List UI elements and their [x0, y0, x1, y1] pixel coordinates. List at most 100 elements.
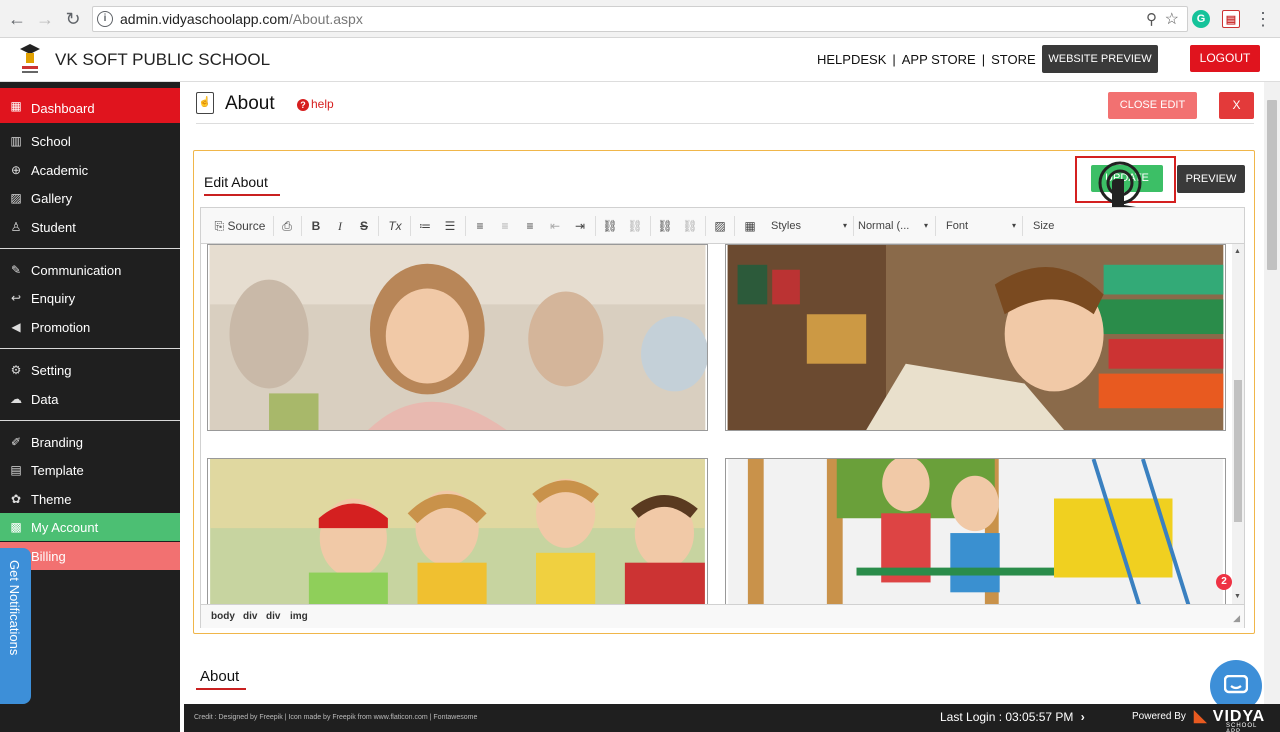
- link-icon[interactable]: ⛓: [601, 217, 619, 235]
- editor-scrollbar[interactable]: ▲ ▼: [1232, 244, 1244, 604]
- sidebar-item-gallery[interactable]: ▨ Gallery: [0, 184, 180, 212]
- outdent-icon[interactable]: ⇤: [546, 217, 564, 235]
- path-div[interactable]: div: [266, 611, 280, 622]
- help-link[interactable]: ? help: [297, 97, 334, 111]
- vidya-logo-icon: ◣: [1194, 708, 1208, 725]
- grammarly-extension-icon[interactable]: G: [1192, 10, 1210, 28]
- sidebar-divider: [0, 348, 180, 349]
- sidebar-divider: [0, 248, 180, 249]
- sidebar-item-label: Communication: [31, 263, 122, 278]
- sidebar-item-promotion[interactable]: ◀ Promotion: [0, 313, 180, 341]
- logout-button[interactable]: LOGOUT: [1190, 45, 1260, 72]
- extension-icon[interactable]: ▤: [1222, 10, 1240, 28]
- app-store-link[interactable]: APP STORE: [902, 52, 976, 67]
- sidebar-item-enquiry[interactable]: ↩ Enquiry: [0, 284, 180, 312]
- back-arrow-icon[interactable]: ←: [6, 8, 28, 30]
- cloud-icon: ☁: [10, 392, 22, 406]
- page-scrollbar-thumb[interactable]: [1267, 100, 1277, 270]
- get-notifications-tab[interactable]: Get Notifications: [0, 548, 31, 704]
- sidebar-item-label: Setting: [31, 363, 72, 378]
- get-notifications-label: Get Notifications: [7, 560, 22, 656]
- sidebar-item-communication[interactable]: ✎ Communication: [0, 256, 180, 284]
- scrollbar-thumb[interactable]: [1234, 380, 1242, 522]
- sidebar-item-branding[interactable]: ✐ Branding: [0, 428, 180, 456]
- remove-format-icon[interactable]: Tx: [386, 217, 404, 235]
- insert-table-icon[interactable]: ▦: [741, 217, 759, 235]
- preview-button[interactable]: PREVIEW: [1177, 165, 1245, 193]
- classroom-girl-image[interactable]: [207, 244, 708, 431]
- strikethrough-icon[interactable]: S: [356, 217, 372, 235]
- sidebar-item-label: Promotion: [31, 320, 91, 335]
- sidebar-item-academic[interactable]: ⊕ Academic: [0, 156, 180, 184]
- top-links: HELPDESK | APP STORE | STORE: [817, 52, 1036, 67]
- toolbar-separator: [410, 216, 411, 236]
- bookmark-star-icon[interactable]: ☆: [1165, 9, 1179, 29]
- rich-text-editor[interactable]: ⎘ Source ⎙ B I S Tx ≔ ☰ ≡ ≡ ≡ ⇤ ⇥ ⛓ ⛓ ⛓ …: [200, 207, 1245, 628]
- bold-icon[interactable]: B: [308, 217, 324, 235]
- sidebar-item-data[interactable]: ☁ Data: [0, 385, 180, 413]
- store-link[interactable]: STORE: [991, 52, 1036, 67]
- sidebar-item-label: Theme: [31, 492, 72, 507]
- kids-laughing-image[interactable]: [207, 458, 708, 604]
- kids-playground-image[interactable]: [725, 458, 1226, 604]
- chevron-right-icon[interactable]: ›: [1081, 710, 1085, 724]
- print-icon[interactable]: ⎙: [279, 217, 295, 235]
- sidebar-item-label: Academic: [31, 163, 89, 178]
- scroll-up-icon[interactable]: ▲: [1234, 248, 1241, 255]
- page-scrollbar[interactable]: [1264, 82, 1280, 704]
- toolbar-separator: [650, 216, 651, 236]
- size-select[interactable]: Size: [1033, 217, 1083, 235]
- zoom-icon[interactable]: ⚲: [1146, 10, 1157, 28]
- sidebar-item-dashboard[interactable]: ▦ Dashboard: [0, 88, 180, 123]
- close-edit-button[interactable]: CLOSE EDIT: [1108, 92, 1197, 119]
- reload-icon[interactable]: ↻: [62, 8, 84, 30]
- resize-handle-icon[interactable]: ◢: [1233, 613, 1240, 624]
- path-img[interactable]: img: [290, 611, 308, 622]
- sidebar-item-setting[interactable]: ⚙ Setting: [0, 356, 180, 384]
- info-icon[interactable]: i: [97, 11, 113, 27]
- format-select[interactable]: Normal (... ▾: [858, 217, 928, 235]
- sidebar-item-school[interactable]: ▥ School: [0, 127, 180, 155]
- helpdesk-link[interactable]: HELPDESK: [817, 52, 886, 67]
- path-body[interactable]: body: [211, 611, 235, 622]
- close-button[interactable]: X: [1219, 92, 1254, 119]
- vidya-logo: ◣ VIDYA SCHOOL APP: [1194, 706, 1265, 732]
- source-button[interactable]: ⎘ Source: [213, 217, 267, 235]
- styles-select[interactable]: Styles ▾: [771, 217, 847, 235]
- sidebar-item-label: Template: [31, 463, 84, 478]
- scroll-down-icon[interactable]: ▼: [1234, 593, 1241, 600]
- styles-label: Styles: [771, 220, 801, 232]
- app-header: VK SOFT PUBLIC SCHOOL HELPDESK | APP STORE…: [0, 38, 1280, 82]
- browser-menu-icon[interactable]: ⋮: [1252, 8, 1274, 30]
- boy-reading-image[interactable]: [725, 244, 1226, 431]
- sidebar-item-my-account[interactable]: ▩ My Account: [0, 513, 180, 541]
- anchor-icon[interactable]: ⛓: [656, 217, 674, 235]
- italic-icon[interactable]: I: [332, 217, 348, 235]
- path-div[interactable]: div: [243, 611, 257, 622]
- remove-anchor-icon[interactable]: ⛓: [681, 217, 699, 235]
- sidebar-item-template[interactable]: ▤ Template: [0, 456, 180, 484]
- source-icon: ⎘: [214, 219, 225, 233]
- align-center-icon[interactable]: ≡: [496, 217, 514, 235]
- address-bar[interactable]: i admin.vidyaschoolapp.com/About.aspx ⚲ …: [92, 6, 1188, 32]
- indent-icon[interactable]: ⇥: [571, 217, 589, 235]
- sidebar-item-theme[interactable]: ✿ Theme: [0, 485, 180, 513]
- align-right-icon[interactable]: ≡: [521, 217, 539, 235]
- numbered-list-icon[interactable]: ≔: [416, 217, 434, 235]
- format-label: Normal (...: [858, 220, 910, 232]
- question-icon: ?: [297, 99, 309, 111]
- editor-content-area[interactable]: 2: [201, 244, 1232, 604]
- font-select[interactable]: Font ▾: [946, 217, 1016, 235]
- toolbar-separator: [935, 216, 936, 236]
- editor-element-path: body div div img ◢: [201, 604, 1244, 628]
- bulleted-list-icon[interactable]: ☰: [441, 217, 459, 235]
- website-preview-button[interactable]: WEBSITE PREVIEW: [1042, 45, 1158, 73]
- align-left-icon[interactable]: ≡: [471, 217, 489, 235]
- sidebar-item-student[interactable]: ♙ Student: [0, 213, 180, 241]
- forward-arrow-icon[interactable]: →: [34, 8, 56, 30]
- unlink-icon[interactable]: ⛓: [626, 217, 644, 235]
- insert-image-icon[interactable]: ▨: [711, 217, 729, 235]
- toolbar-separator: [595, 216, 596, 236]
- notification-badge[interactable]: 2: [1216, 574, 1232, 590]
- sidebar-item-label: Student: [31, 220, 76, 235]
